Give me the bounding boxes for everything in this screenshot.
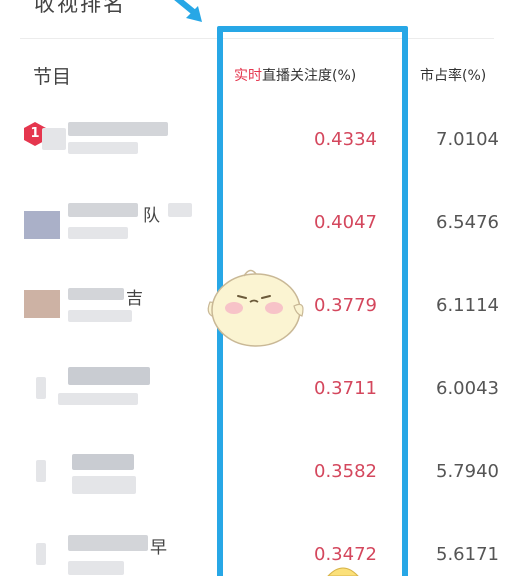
program-subtitle-blurred bbox=[58, 393, 138, 405]
mascot-sticker-icon bbox=[327, 567, 359, 576]
program-subtitle-blurred bbox=[68, 142, 138, 154]
header-program[interactable]: 节目 bbox=[33, 62, 71, 89]
program-name-fragment: 队 bbox=[143, 206, 160, 226]
program-thumbnail bbox=[36, 377, 46, 399]
header-market-share[interactable]: 市占率(%) bbox=[420, 65, 486, 85]
share-value: 5.7940 bbox=[436, 461, 499, 482]
program-thumbnail bbox=[42, 128, 66, 150]
section-title: 收视排名 bbox=[34, 0, 126, 16]
program-name-fragment: 早 bbox=[150, 538, 167, 558]
program-subtitle-blurred bbox=[72, 476, 136, 494]
program-thumbnail bbox=[24, 290, 60, 318]
program-thumbnail bbox=[24, 211, 60, 239]
share-value: 7.0104 bbox=[436, 129, 499, 150]
program-name-fragment: 吉 bbox=[126, 289, 143, 309]
share-value: 5.6171 bbox=[436, 544, 499, 565]
program-name-blurred bbox=[68, 122, 168, 136]
program-name-blurred bbox=[72, 454, 134, 470]
mascot-sticker-icon bbox=[207, 269, 304, 347]
share-value: 6.1114 bbox=[436, 295, 499, 316]
program-name-blurred bbox=[68, 288, 124, 300]
program-subtitle-blurred bbox=[68, 561, 124, 575]
program-name-blurred bbox=[168, 203, 192, 217]
program-subtitle-blurred bbox=[68, 227, 128, 239]
program-thumbnail bbox=[36, 543, 46, 565]
arrow-pointer-icon bbox=[174, 0, 202, 22]
program-subtitle-blurred bbox=[68, 310, 132, 322]
program-name-blurred bbox=[68, 367, 150, 385]
program-thumbnail bbox=[36, 460, 46, 482]
program-name-blurred bbox=[68, 535, 148, 551]
share-value: 6.0043 bbox=[436, 378, 499, 399]
share-value: 6.5476 bbox=[436, 212, 499, 233]
program-name-blurred bbox=[68, 203, 138, 217]
